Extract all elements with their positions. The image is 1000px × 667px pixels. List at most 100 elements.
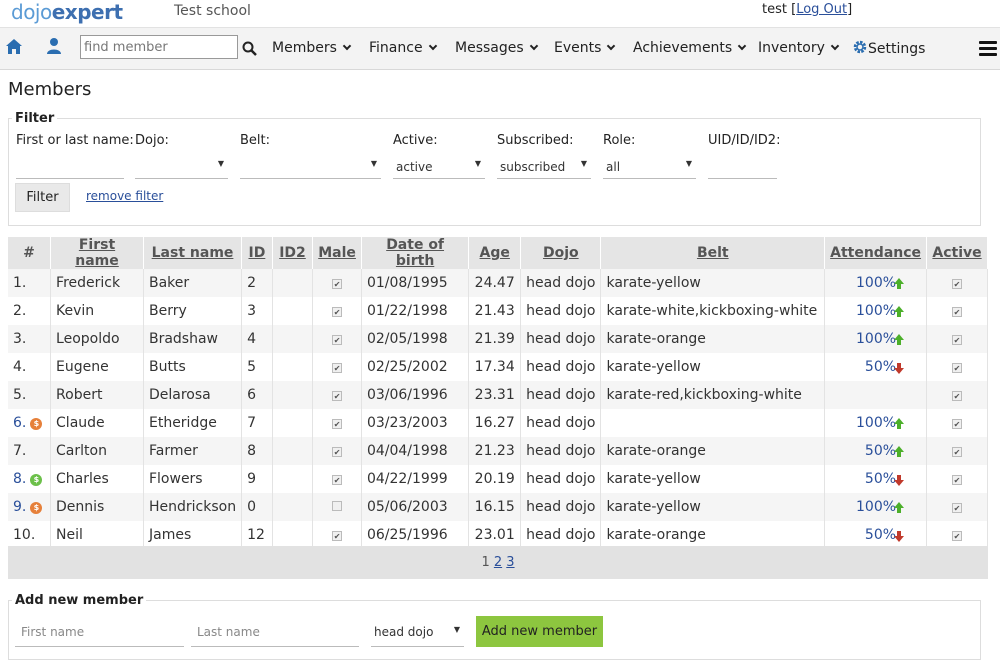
menu-inventory[interactable]: Inventory bbox=[758, 40, 840, 56]
row-index-cell: 1. bbox=[8, 269, 52, 297]
last-name-cell[interactable]: Etheridge bbox=[143, 409, 243, 437]
table-row[interactable]: 7. Carlton Farmer 8 ✔ 04/04/1998 21.23 head doj… bbox=[8, 437, 988, 465]
dojo-select[interactable]: head dojo ▼ bbox=[371, 617, 464, 647]
dropdown-arrow-icon: ▼ bbox=[217, 159, 224, 168]
col-attendance[interactable]: Attendance bbox=[824, 237, 928, 269]
last-name-cell[interactable]: Delarosa bbox=[143, 381, 243, 409]
first-name-cell[interactable]: Carlton bbox=[50, 437, 144, 465]
table-row[interactable]: 6. $ Claude Etheridge 7 ✔ 03/23/2003 16.27 head … bbox=[8, 409, 988, 437]
table-row[interactable]: 4. Eugene Butts 5 ✔ 02/25/2002 17.34 head dojo k… bbox=[8, 353, 988, 381]
attendance-cell: 100% bbox=[824, 297, 928, 325]
last-name-cell[interactable]: Berry bbox=[143, 297, 243, 325]
id-cell: 5 bbox=[241, 353, 273, 381]
id-cell: 2 bbox=[241, 269, 273, 297]
active-checkbox: ✔ bbox=[952, 335, 963, 345]
menu-settings[interactable]: Settings bbox=[852, 39, 925, 59]
home-icon[interactable] bbox=[5, 38, 23, 59]
menu-messages[interactable]: Messages bbox=[455, 40, 538, 56]
active-filter-select[interactable]: active ▼ bbox=[393, 155, 485, 179]
last-name-input[interactable]: Last name bbox=[191, 617, 359, 647]
col-male[interactable]: Male bbox=[312, 237, 362, 269]
table-row[interactable]: 10. Neil James 12 ✔ 06/25/1996 23.01 head dojo k… bbox=[8, 521, 988, 549]
hamburger-icon[interactable] bbox=[979, 41, 997, 59]
uid-filter-input[interactable] bbox=[708, 155, 777, 179]
table-row[interactable]: 9. $ Dennis Hendrickson 0 05/06/2003 16.15 head… bbox=[8, 493, 988, 521]
col-last-name[interactable]: Last name bbox=[143, 237, 243, 269]
arrow-down-icon bbox=[894, 363, 905, 374]
col-id2[interactable]: ID2 bbox=[272, 237, 314, 269]
col-active[interactable]: Active bbox=[926, 237, 988, 269]
filter-button[interactable]: Filter bbox=[15, 183, 70, 212]
page-link-2[interactable]: 2 bbox=[494, 555, 502, 570]
first-name-cell[interactable]: Charles bbox=[50, 465, 144, 493]
first-name-cell[interactable]: Robert bbox=[50, 381, 144, 409]
col-date-of-birth[interactable]: Date of birth bbox=[361, 237, 470, 269]
first-name-input[interactable]: First name bbox=[15, 617, 184, 647]
table-row[interactable]: 1. Frederick Baker 2 ✔ 01/08/1995 24.47 head do… bbox=[8, 269, 988, 297]
role-filter-select[interactable]: all ▼ bbox=[603, 155, 696, 179]
male-cell: ✔ bbox=[312, 353, 362, 381]
dojo-cell: head dojo bbox=[520, 409, 602, 437]
first-name-cell[interactable]: Eugene bbox=[50, 353, 144, 381]
page-link-3[interactable]: 3 bbox=[506, 555, 514, 570]
col-belt[interactable]: Belt bbox=[600, 237, 826, 269]
id2-cell bbox=[272, 409, 314, 437]
table-row[interactable]: 5. Robert Delarosa 6 ✔ 03/06/1996 23.31 head do… bbox=[8, 381, 988, 409]
id2-cell bbox=[272, 521, 314, 549]
belt-filter-select[interactable]: ▼ bbox=[240, 155, 381, 179]
last-name-cell[interactable]: Butts bbox=[143, 353, 243, 381]
chevron-down-icon bbox=[529, 41, 538, 51]
id-cell: 6 bbox=[241, 381, 273, 409]
male-cell: ✔ bbox=[312, 521, 362, 549]
first-name-cell[interactable]: Kevin bbox=[50, 297, 144, 325]
menu-members[interactable]: Members bbox=[272, 40, 352, 56]
row-index-cell: 2. bbox=[8, 297, 52, 325]
last-name-cell[interactable]: Hendrickson bbox=[143, 493, 243, 521]
active-checkbox: ✔ bbox=[952, 363, 963, 373]
table-row[interactable]: 2. Kevin Berry 3 ✔ 01/22/1998 21.43 head dojo ka… bbox=[8, 297, 988, 325]
last-name-cell[interactable]: James bbox=[143, 521, 243, 549]
last-name-cell[interactable]: Baker bbox=[143, 269, 243, 297]
last-name-cell[interactable]: Bradshaw bbox=[143, 325, 243, 353]
subscribed-filter-select[interactable]: subscribed ▼ bbox=[497, 155, 591, 179]
attendance-value: 50% bbox=[864, 471, 897, 487]
logout-link[interactable]: Log Out bbox=[796, 2, 847, 17]
arrow-up-icon bbox=[894, 306, 905, 317]
search-icon[interactable] bbox=[242, 41, 257, 60]
arrow-up-icon bbox=[894, 446, 905, 457]
logo[interactable]: dojoexpert bbox=[11, 0, 123, 24]
first-name-cell[interactable]: Claude bbox=[50, 409, 144, 437]
last-name-cell[interactable]: Farmer bbox=[143, 437, 243, 465]
active-checkbox: ✔ bbox=[952, 419, 963, 429]
user-info: test [Log Out] bbox=[762, 2, 853, 17]
belt-cell: karate-white,kickboxing-white bbox=[600, 297, 826, 325]
row-index-cell: 10. bbox=[8, 521, 52, 549]
remove-filter-link[interactable]: remove filter bbox=[86, 189, 163, 203]
menu-achievements[interactable]: Achievements bbox=[633, 40, 747, 56]
first-name-cell[interactable]: Leopoldo bbox=[50, 325, 144, 353]
search-input[interactable] bbox=[80, 35, 238, 59]
user-icon[interactable] bbox=[46, 37, 62, 59]
attendance-value: 100% bbox=[856, 275, 897, 291]
name-filter-label: First or last name: bbox=[16, 133, 134, 148]
col-age[interactable]: Age bbox=[468, 237, 522, 269]
col-first-name[interactable]: First name bbox=[50, 237, 144, 269]
active-cell: ✔ bbox=[926, 493, 988, 521]
id2-cell bbox=[272, 381, 314, 409]
dojo-filter-select[interactable]: ▼ bbox=[135, 155, 228, 179]
first-name-cell[interactable]: Frederick bbox=[50, 269, 144, 297]
menu-finance[interactable]: Finance bbox=[369, 40, 437, 56]
menu-events[interactable]: Events bbox=[554, 40, 616, 56]
table-row[interactable]: 8. $ Charles Flowers 9 ✔ 04/22/1999 20.19 head d… bbox=[8, 465, 988, 493]
table-row[interactable]: 3. Leopoldo Bradshaw 4 ✔ 02/05/1998 21.39 head … bbox=[8, 325, 988, 353]
first-name-cell[interactable]: Dennis bbox=[50, 493, 144, 521]
id2-cell bbox=[272, 493, 314, 521]
last-name-cell[interactable]: Flowers bbox=[143, 465, 243, 493]
add-member-button[interactable]: Add new member bbox=[476, 616, 603, 647]
col-dojo[interactable]: Dojo bbox=[520, 237, 602, 269]
first-name-cell[interactable]: Neil bbox=[50, 521, 144, 549]
name-filter-input[interactable] bbox=[16, 155, 124, 179]
col-id[interactable]: ID bbox=[241, 237, 273, 269]
row-index: 10. bbox=[13, 527, 36, 543]
age-cell: 24.47 bbox=[468, 269, 522, 297]
